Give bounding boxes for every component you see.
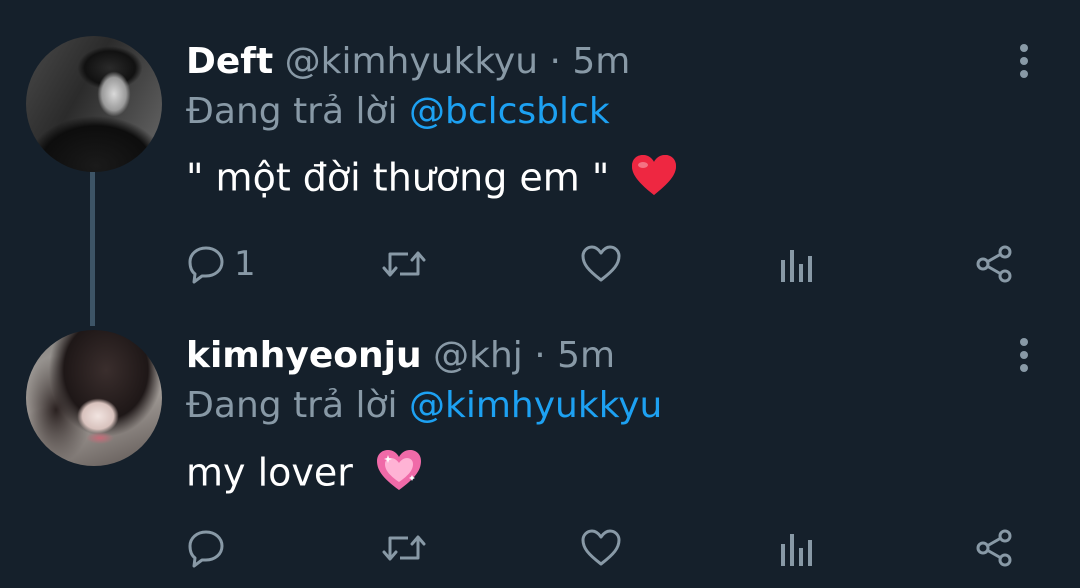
share-icon (976, 529, 1012, 567)
heart-icon (581, 529, 621, 566)
tweet-actions (0, 526, 1080, 570)
bar-chart-icon (781, 534, 812, 566)
tweet-header: kimhyeonju @khj · 5m (186, 334, 615, 378)
retweet-button[interactable] (382, 526, 426, 570)
replying-to: Đang trả lời @kimhyukkyu (186, 384, 662, 428)
vertical-dots-icon (1020, 338, 1028, 346)
avatar[interactable] (26, 330, 162, 466)
more-options-button[interactable] (1014, 338, 1034, 377)
user-handle[interactable]: @khj (433, 335, 523, 376)
like-button[interactable] (580, 526, 622, 570)
tweet-text: my lover (186, 448, 423, 502)
tweet-text-content: my lover (186, 450, 353, 495)
sparkling-heart-icon (375, 448, 423, 502)
display-name[interactable]: kimhyeonju (186, 335, 422, 376)
replying-to-label: Đang trả lời (186, 385, 398, 426)
mention-link[interactable]: @kimhyukkyu (409, 385, 662, 426)
separator: · (534, 335, 546, 376)
speech-bubble-icon (188, 530, 224, 568)
retweet-icon (382, 535, 426, 561)
share-button[interactable] (974, 526, 1016, 570)
timestamp: 5m (557, 335, 616, 376)
analytics-button[interactable] (778, 526, 816, 570)
reply-button[interactable] (186, 526, 234, 570)
tweet[interactable]: kimhyeonju @khj · 5m Đang trả lời @kimhy… (0, 0, 1080, 568)
